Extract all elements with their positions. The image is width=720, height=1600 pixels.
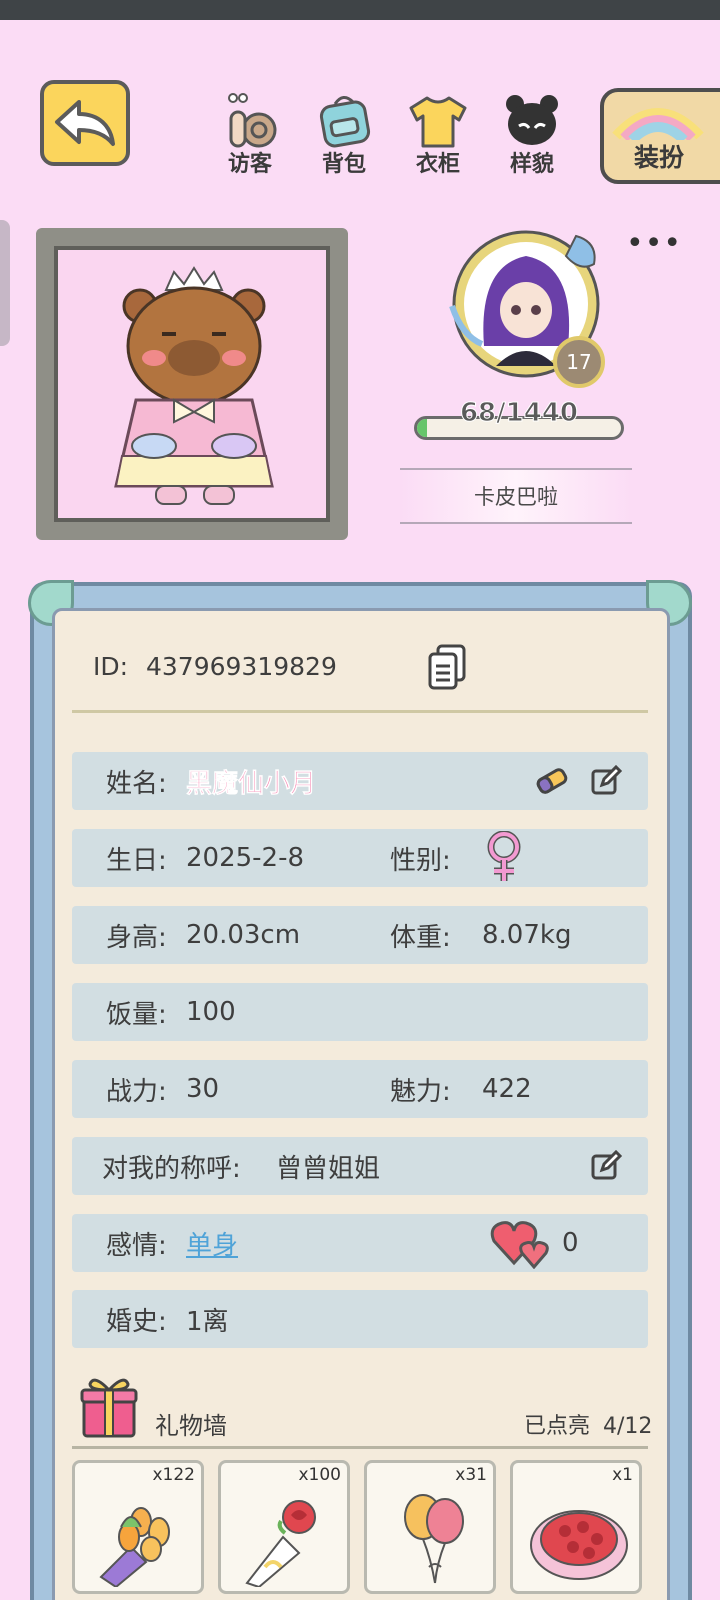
weight-label: 体重: <box>390 922 451 953</box>
gift-lit-label: 已点亮 <box>524 1414 591 1439</box>
relationship-label: 感情: <box>106 1230 167 1261</box>
status-bar <box>0 0 720 20</box>
relationship-row: 感情: 单身 0 <box>72 1214 648 1272</box>
birthday-value: 2025-2-8 <box>186 843 305 873</box>
tshirt-icon <box>409 96 467 148</box>
callname-value: 曾曾姐姐 <box>276 1153 381 1184</box>
power-value: 30 <box>186 1074 220 1104</box>
gift-slot-rose-basket[interactable]: x1 <box>510 1460 642 1594</box>
gift-qty: x1 <box>612 1465 633 1485</box>
eraser-icon[interactable] <box>534 766 570 796</box>
snail-icon <box>228 93 277 148</box>
back-arrow-icon <box>55 100 115 146</box>
food-value: 100 <box>186 997 236 1027</box>
charm-value: 422 <box>482 1074 532 1104</box>
name-value: 黑魔仙小月 <box>186 768 317 799</box>
id-row: ID: 437969319829 <box>93 652 337 681</box>
gift-slot-balloons[interactable]: x31 <box>364 1460 496 1594</box>
height-weight-row: 身高: 20.03cm 体重: 8.07kg <box>72 906 648 964</box>
marriage-value: 1离 <box>186 1306 229 1337</box>
edit-name-icon[interactable] <box>590 765 622 797</box>
birthday-gender-row: 生日: 2025-2-8 性别: <box>72 829 648 887</box>
top-nav: 访客 背包 衣柜 样貌 <box>210 90 572 178</box>
gift-qty: x122 <box>152 1465 195 1485</box>
rainbow-icon <box>612 108 704 140</box>
edit-callname-icon[interactable] <box>590 1150 622 1182</box>
power-label: 战力: <box>106 1076 167 1107</box>
nav-appearance[interactable]: 样貌 <box>492 90 572 178</box>
copy-id-icon[interactable] <box>428 644 466 690</box>
id-value: 437969319829 <box>146 652 337 681</box>
callname-row: 对我的称呼: 曾曾姐姐 <box>72 1137 648 1195</box>
gift-lit-value: 4/12 <box>603 1414 653 1439</box>
birthday-label: 生日: <box>106 845 167 876</box>
rose-bouquet-icon <box>245 1500 316 1587</box>
female-symbol-icon <box>484 831 524 885</box>
weight-value: 8.07kg <box>482 920 572 950</box>
character-portrait-frame <box>36 228 348 540</box>
marriage-row: 婚史: 1离 <box>72 1290 648 1348</box>
food-label: 饭量: <box>106 999 167 1030</box>
gift-slot-tulips[interactable]: x122 <box>72 1460 204 1594</box>
charm-label: 魅力: <box>390 1076 451 1107</box>
xp-text: 68/1440 <box>459 398 579 429</box>
height-label: 身高: <box>106 922 167 953</box>
gift-qty: x100 <box>298 1465 341 1485</box>
nav-backpack[interactable]: 背包 <box>304 90 384 178</box>
capybara-princess-image <box>114 266 274 505</box>
power-charm-row: 战力: 30 魅力: 422 <box>72 1060 648 1118</box>
nav-visitors-label: 访客 <box>227 152 272 177</box>
id-divider <box>72 710 648 713</box>
double-heart-icon <box>490 1217 554 1269</box>
gift-wall-title: 礼物墙 <box>155 1412 227 1440</box>
nav-visitors[interactable]: 访客 <box>210 90 290 178</box>
gift-lit-count: 已点亮 4/12 <box>524 1408 652 1440</box>
dress-up-button[interactable]: 装扮 <box>600 88 720 184</box>
nav-wardrobe[interactable]: 衣柜 <box>398 90 478 178</box>
more-options-icon[interactable]: ••• <box>626 226 682 261</box>
name-label: 姓名: <box>106 768 167 799</box>
gift-box-icon <box>80 1374 138 1438</box>
gift-slots: x122 x100 x31 x1 <box>72 1460 642 1594</box>
level-badge: 17 <box>553 336 605 388</box>
nickname-plate: 卡皮巴啦 <box>400 468 632 524</box>
food-row: 饭量: 100 <box>72 983 648 1041</box>
nav-wardrobe-label: 衣柜 <box>415 152 460 177</box>
nav-appearance-label: 样貌 <box>509 152 554 177</box>
relationship-link[interactable]: 单身 <box>186 1225 238 1262</box>
gift-qty: x31 <box>455 1465 487 1485</box>
height-value: 20.03cm <box>186 920 301 950</box>
marriage-label: 婚史: <box>106 1306 167 1337</box>
rose-basket-icon <box>530 1510 628 1580</box>
id-label: ID: <box>93 652 129 681</box>
gift-slot-rose[interactable]: x100 <box>218 1460 350 1594</box>
gender-label: 性别: <box>390 845 451 876</box>
back-button[interactable] <box>40 80 130 166</box>
balloons-icon <box>404 1494 464 1584</box>
hearts-count: 0 <box>562 1228 579 1258</box>
callname-label: 对我的称呼: <box>102 1153 241 1184</box>
gift-divider <box>72 1446 648 1449</box>
name-row: 姓名: 黑魔仙小月 <box>72 752 648 810</box>
side-drawer-tab[interactable] <box>0 220 10 346</box>
tulip-bouquet-icon <box>99 1507 170 1587</box>
nav-backpack-label: 背包 <box>321 152 366 177</box>
backpack-icon <box>319 96 371 148</box>
dress-up-label: 装扮 <box>634 143 685 172</box>
panda-face-icon <box>506 95 558 145</box>
